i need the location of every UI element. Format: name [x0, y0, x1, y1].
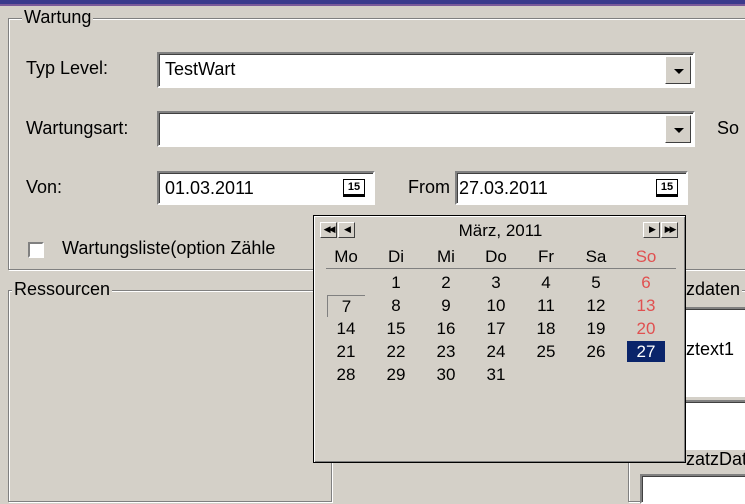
ressourcen-legend: Ressourcen	[12, 279, 113, 299]
von-date-field[interactable]: 01.03.2011 15	[157, 171, 375, 205]
von-date-value: 01.03.2011	[165, 178, 254, 198]
wartungsart-combo[interactable]	[157, 111, 695, 147]
from-date-field[interactable]: 27.03.2011 15	[455, 171, 688, 205]
calendar-icon[interactable]: 15	[343, 179, 365, 197]
calendar-day-9[interactable]: 9	[427, 295, 465, 316]
wartungsliste-checkbox-label: Wartungsliste(option Zähle	[62, 238, 276, 258]
calendar-day-29[interactable]: 29	[377, 364, 415, 385]
typ-level-label: Typ Level:	[26, 58, 109, 78]
wartungsart-label: Wartungsart:	[26, 118, 129, 138]
von-label: Von:	[26, 177, 63, 197]
zusatztext1-label: ztext1	[686, 339, 735, 359]
weekday-header-divider	[326, 268, 676, 269]
weekday-header-mo: Mo	[334, 247, 358, 266]
calendar-day-28[interactable]: 28	[327, 364, 365, 385]
typ-level-dropdown-button[interactable]	[665, 56, 691, 84]
calendar-day-12[interactable]: 12	[577, 295, 615, 316]
wartungsart-dropdown-button[interactable]	[665, 115, 691, 143]
calendar-day-6[interactable]: 6	[627, 272, 665, 293]
calendar-day-13[interactable]: 13	[627, 295, 665, 316]
next-year-button[interactable]: ▶▶	[661, 222, 678, 238]
calendar-day-27[interactable]: 27	[627, 341, 665, 362]
calendar-day-1[interactable]: 1	[377, 272, 415, 293]
calendar-month-title: März, 2011	[458, 221, 543, 240]
weekday-header-fr: Fr	[537, 247, 555, 266]
calendar-day-25[interactable]: 25	[527, 341, 565, 362]
calendar-day-31[interactable]: 31	[477, 364, 515, 385]
wartungsliste-checkbox[interactable]	[28, 242, 44, 258]
calendar-day-3[interactable]: 3	[477, 272, 515, 293]
zusatzdatum-field[interactable]	[640, 474, 745, 504]
calendar-day-20[interactable]: 20	[627, 318, 665, 339]
calendar-day-16[interactable]: 16	[427, 318, 465, 339]
calendar-day-2[interactable]: 2	[427, 272, 465, 293]
calendar-day-17[interactable]: 17	[477, 318, 515, 339]
weekday-header-di: Di	[387, 247, 405, 266]
weekday-header-so: So	[635, 247, 657, 266]
typ-level-combo[interactable]: TestWart	[157, 52, 695, 88]
calendar-day-4[interactable]: 4	[527, 272, 565, 293]
calendar-day-26[interactable]: 26	[577, 341, 615, 362]
weekday-header-sa: Sa	[585, 247, 607, 266]
calendar-day-19[interactable]: 19	[577, 318, 615, 339]
calendar-day-22[interactable]: 22	[377, 341, 415, 362]
weekday-header-mi: Mi	[437, 247, 455, 266]
calendar-day-14[interactable]: 14	[327, 318, 365, 339]
weekday-header-do: Do	[485, 247, 507, 266]
calendar-day-18[interactable]: 18	[527, 318, 565, 339]
calendar-day-11[interactable]: 11	[527, 295, 565, 316]
window-title-strip	[0, 0, 745, 6]
calendar-day-5[interactable]: 5	[577, 272, 615, 293]
zusatzdatum-label: zatzDatu	[686, 449, 745, 469]
calendar-day-10[interactable]: 10	[477, 295, 515, 316]
calendar-day-8[interactable]: 8	[377, 295, 415, 316]
next-month-button[interactable]: ▶	[643, 222, 660, 238]
side-label-so: So	[717, 118, 740, 138]
calendar-day-30[interactable]: 30	[427, 364, 465, 385]
ressourcen-groupbox	[8, 290, 332, 502]
zusatzdaten-legend: zdaten	[684, 279, 743, 299]
from-date-value: 27.03.2011	[459, 178, 548, 198]
from-label: From	[408, 177, 450, 197]
calendar-day-24[interactable]: 24	[477, 341, 515, 362]
calendar-icon[interactable]: 15	[656, 179, 678, 197]
calendar-popup: ◀◀ ◀ März, 2011 ▶ ▶▶ Mo Di Mi Do Fr Sa So 1234…	[313, 215, 686, 463]
calendar-day-23[interactable]: 23	[427, 341, 465, 362]
calendar-day-15[interactable]: 15	[377, 318, 415, 339]
typ-level-value: TestWart	[165, 59, 236, 79]
wartung-legend: Wartung	[22, 7, 94, 27]
calendar-day-21[interactable]: 21	[327, 341, 365, 362]
calendar-day-7[interactable]: 7	[327, 295, 365, 317]
